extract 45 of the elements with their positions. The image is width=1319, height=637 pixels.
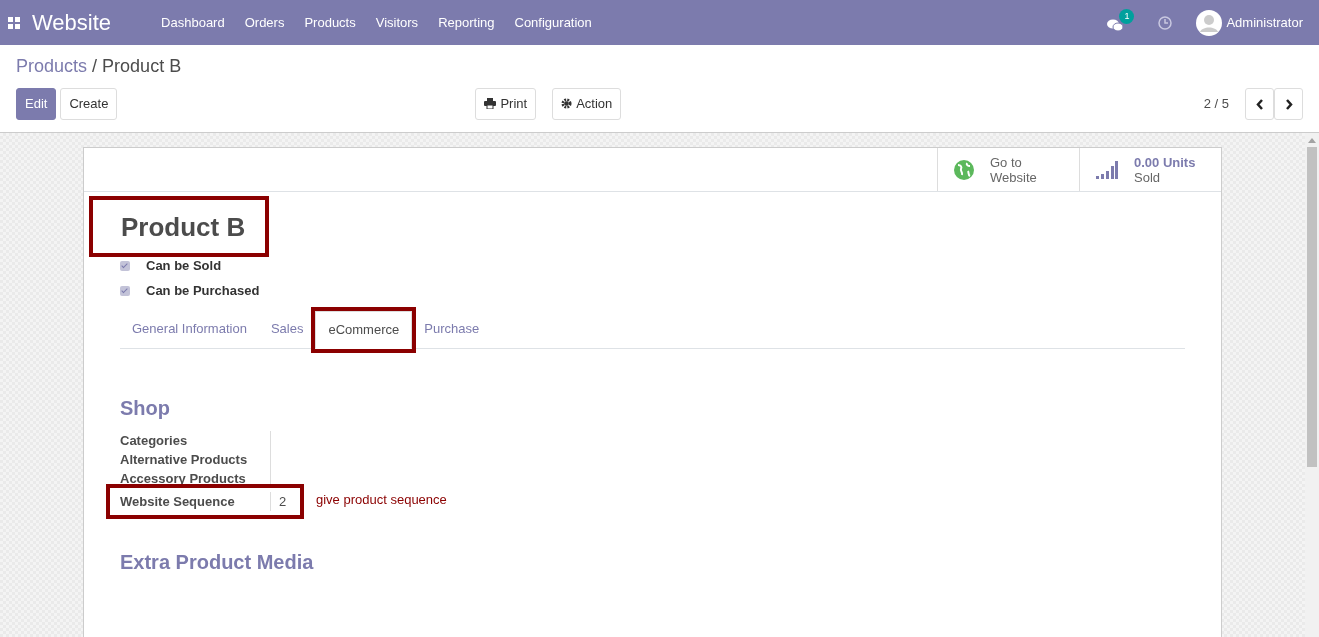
previous-button[interactable] [1245, 88, 1274, 120]
menu-item[interactable]: Reporting [428, 12, 505, 33]
bar-chart-icon [1096, 160, 1118, 179]
field-label: Alternative Products [120, 450, 249, 469]
section-heading: Extra Product Media [120, 549, 315, 575]
chevron-right-icon [1284, 99, 1293, 111]
message-count-badge: 1 [1119, 8, 1135, 25]
menu-item[interactable]: Products [294, 12, 366, 33]
menu-item[interactable]: Orders [234, 12, 295, 33]
tab[interactable]: Sales [258, 311, 316, 348]
checkbox-label: Can be Sold [146, 256, 222, 275]
tab[interactable]: Purchase [412, 311, 492, 348]
annotation-note: give product sequence [316, 490, 447, 509]
field-label: Categories [120, 431, 189, 450]
gear-icon [561, 98, 573, 110]
clock-icon[interactable] [1158, 15, 1173, 30]
breadcrumb-separator: / [92, 56, 98, 76]
menu-item[interactable]: Configuration [504, 12, 602, 33]
user-name[interactable]: Administrator [1226, 12, 1303, 33]
print-button[interactable]: Print [475, 88, 537, 120]
printer-icon [484, 98, 497, 110]
section-heading: Shop [120, 395, 171, 421]
checkbox[interactable] [120, 260, 130, 271]
field-label: Website Sequence [120, 492, 236, 511]
breadcrumb-link[interactable]: Products [16, 56, 88, 76]
avatar-icon[interactable] [1196, 9, 1223, 36]
chevron-left-icon [1255, 99, 1264, 111]
scrollbar-thumb[interactable] [1307, 147, 1317, 467]
checkbox[interactable] [120, 285, 130, 296]
app-title: Website [32, 9, 112, 37]
scroll-up-icon[interactable] [1308, 137, 1316, 143]
checkbox-label: Can be Purchased [146, 281, 260, 300]
pager-text: 2 / 5 [1203, 95, 1229, 113]
menu-item[interactable]: Visitors [365, 12, 429, 33]
apps-menu-icon[interactable] [8, 16, 20, 29]
edit-button[interactable]: Edit [16, 88, 57, 120]
breadcrumb-current: Product B [102, 56, 182, 76]
field-value: 2 [270, 491, 300, 511]
next-button[interactable] [1274, 88, 1303, 120]
tab[interactable]: General Information [120, 311, 259, 348]
menu-item[interactable]: Dashboard [151, 12, 235, 33]
globe-icon [954, 159, 974, 180]
field-label: Accessory Products [120, 469, 247, 488]
action-button[interactable]: Action [552, 88, 622, 120]
create-button[interactable]: Create [60, 88, 118, 120]
